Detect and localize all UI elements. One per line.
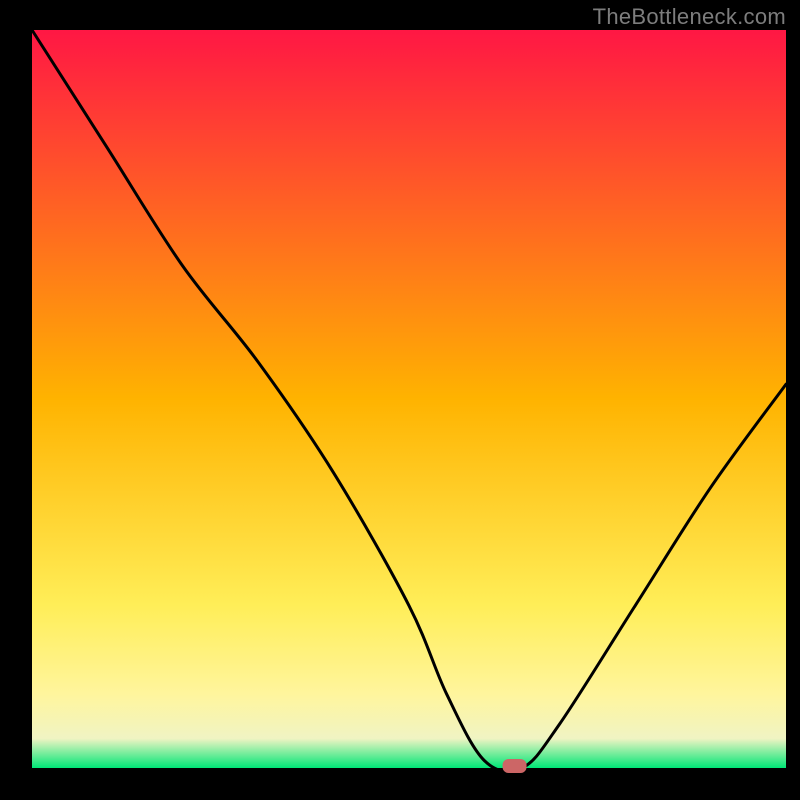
watermark-text: TheBottleneck.com [593,4,786,30]
chart-outer-frame: TheBottleneck.com [0,0,800,800]
minimum-marker [503,759,527,773]
bottleneck-chart [0,0,800,800]
plot-background [32,30,786,768]
